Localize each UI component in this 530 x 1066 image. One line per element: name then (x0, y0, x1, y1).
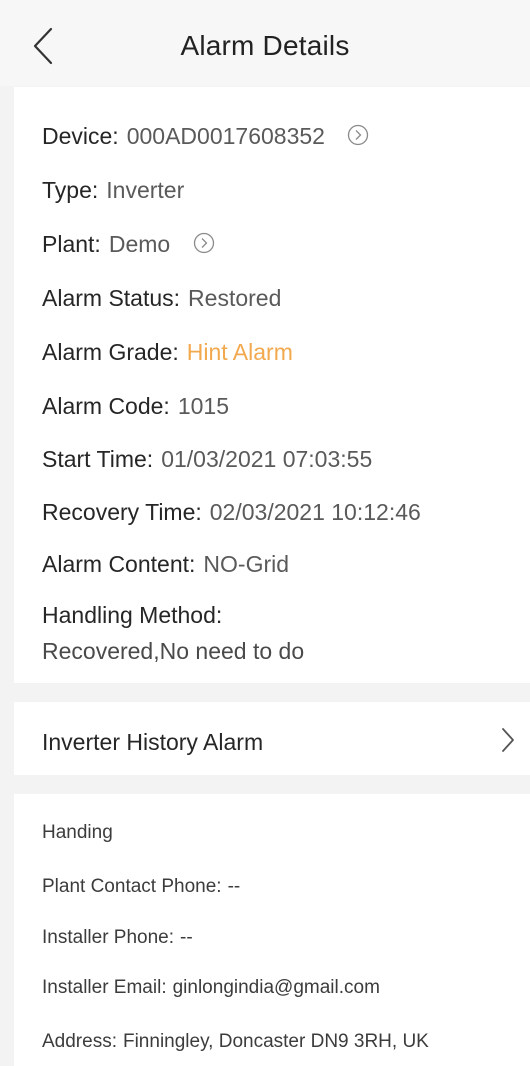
content-value: NO-Grid (203, 551, 290, 577)
start-time-row: Start Time: 01/03/2021 07:03:55 (42, 446, 372, 473)
installer-email-label: Installer Email: (42, 977, 167, 998)
plant-contact-phone-value: -- (227, 876, 241, 897)
status-label: Alarm Status: (42, 285, 181, 311)
code-row: Alarm Code: 1015 (42, 393, 229, 420)
installer-email-value[interactable]: ginlongindia@gmail.com (173, 977, 380, 998)
plant-value: Demo (108, 231, 171, 257)
code-label: Alarm Code: (42, 393, 170, 419)
device-value: 000AD0017608352 (126, 123, 325, 149)
grade-label: Alarm Grade: (42, 339, 179, 365)
recovery-time-label: Recovery Time: (42, 499, 202, 525)
chevron-right-icon[interactable] (501, 727, 515, 753)
header-bar: Alarm Details (0, 0, 530, 86)
type-row: Type: Inverter (42, 177, 184, 204)
code-value: 1015 (177, 393, 229, 419)
installer-phone-row: Installer Phone: -- (42, 927, 193, 949)
installer-phone-label: Installer Phone: (42, 927, 175, 948)
circle-chevron-right-icon[interactable] (347, 124, 369, 146)
device-label: Device: (42, 123, 119, 149)
handing-title: Handing (42, 822, 113, 843)
installer-email-row: Installer Email: ginlongindia@gmail.com (42, 977, 380, 999)
status-value: Restored (188, 285, 282, 311)
type-label: Type: (42, 177, 99, 203)
handling-method-label: Handling Method: (42, 602, 223, 628)
content-label: Alarm Content: (42, 551, 196, 577)
grade-row: Alarm Grade: Hint Alarm (42, 339, 293, 366)
page-title: Alarm Details (180, 30, 350, 61)
start-time-value: 01/03/2021 07:03:55 (161, 446, 373, 472)
address-label: Address: (42, 1031, 117, 1052)
recovery-time-row: Recovery Time: 02/03/2021 10:12:46 (42, 499, 421, 526)
plant-label: Plant: (42, 231, 101, 257)
installer-phone-value: -- (180, 927, 193, 948)
content-row: Alarm Content: NO-Grid (42, 551, 289, 578)
address-row: Address: Finningley, Doncaster DN9 3RH, U… (42, 1031, 429, 1053)
recovery-time-value: 02/03/2021 10:12:46 (209, 499, 421, 525)
plant-contact-phone-row: Plant Contact Phone: -- (42, 876, 240, 898)
handling-method-value: Recovered,No need to do (42, 638, 305, 664)
type-value: Inverter (106, 177, 185, 203)
circle-chevron-right-icon[interactable] (193, 232, 215, 254)
start-time-label: Start Time: (42, 446, 154, 472)
grade-value: Hint Alarm (186, 339, 293, 365)
device-row: Device: 000AD0017608352 (42, 123, 369, 150)
address-value: Finningley, Doncaster DN9 3RH, UK (122, 1031, 429, 1052)
plant-row: Plant: Demo (42, 231, 215, 258)
inverter-history-alarm-link[interactable]: Inverter History Alarm (42, 729, 263, 756)
plant-contact-phone-label: Plant Contact Phone: (42, 876, 222, 897)
status-row: Alarm Status: Restored (42, 285, 281, 312)
